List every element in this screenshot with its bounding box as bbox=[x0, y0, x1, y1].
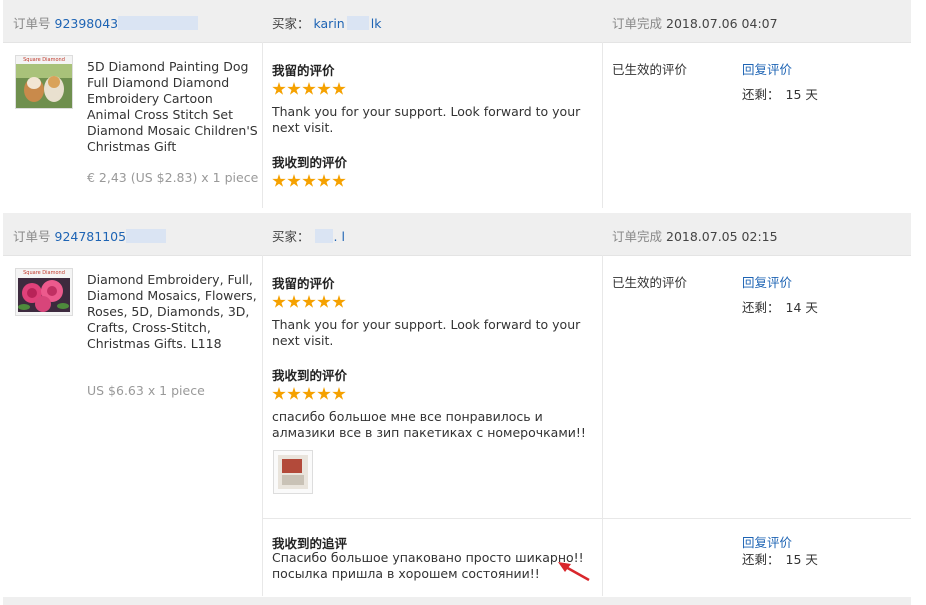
my-review-text: Thank you for your support. Look forward… bbox=[272, 317, 581, 348]
remaining-label: 还剩： bbox=[742, 300, 780, 315]
my-review-stars bbox=[272, 295, 347, 309]
product-title[interactable]: Diamond Embroidery, Full, Diamond Mosaic… bbox=[87, 272, 259, 352]
order-number-value[interactable]: 924781105 bbox=[55, 229, 127, 244]
product-price: US $6.63 x 1 piece bbox=[87, 383, 205, 398]
star-icon bbox=[332, 174, 346, 187]
received-review-text: спасибо большое мне все понравилось и ал… bbox=[272, 409, 586, 440]
package-photo-icon bbox=[278, 455, 308, 489]
completed-time: 2018.07.06 04:07 bbox=[666, 16, 778, 31]
remaining-value: 15 天 bbox=[785, 87, 818, 102]
product-thumbnail[interactable]: Square Diamond bbox=[15, 55, 73, 109]
followup-review-text: Спасибо большое упаковано просто шикарно… bbox=[272, 550, 584, 581]
remaining-value: 14 天 bbox=[785, 300, 818, 315]
order-header: 订单号 924781105 买家： . l 订单完成 2018.07.05 02… bbox=[3, 213, 911, 256]
product-thumbnail[interactable]: Square Diamond bbox=[15, 268, 73, 316]
remaining-label: 还剩： bbox=[742, 552, 780, 567]
redacted-block bbox=[118, 16, 199, 30]
order-number-label: 订单号 bbox=[13, 16, 51, 31]
order-number: 订单号 924781105 bbox=[13, 226, 167, 245]
buyer-name-suffix[interactable]: lk bbox=[371, 16, 382, 31]
received-review-stars bbox=[272, 174, 347, 188]
star-icon bbox=[272, 174, 286, 187]
star-icon bbox=[332, 295, 346, 308]
order-number-label: 订单号 bbox=[13, 229, 51, 244]
remaining-value: 15 天 bbox=[785, 552, 818, 567]
star-icon bbox=[302, 387, 316, 400]
review-status: 已生效的评价 bbox=[612, 62, 688, 77]
completed-label: 订单完成 bbox=[612, 16, 663, 31]
star-icon bbox=[302, 295, 316, 308]
my-review-title: 我留的评价 bbox=[272, 63, 335, 78]
order-number: 订单号 92398043 bbox=[13, 13, 199, 32]
followup-remaining-days: 还剩： 15 天 bbox=[742, 549, 818, 568]
product-title[interactable]: 5D Diamond Painting Dog Full Diamond Dia… bbox=[87, 59, 259, 155]
remaining-days: 还剩： 14 天 bbox=[742, 297, 818, 316]
next-order-header-edge bbox=[3, 597, 911, 605]
review-photo[interactable] bbox=[273, 450, 313, 494]
star-icon bbox=[287, 174, 301, 187]
star-icon bbox=[317, 174, 331, 187]
star-icon bbox=[287, 82, 301, 95]
order-completed: 订单完成 2018.07.05 02:15 bbox=[612, 226, 778, 245]
my-review-stars bbox=[272, 82, 347, 96]
redacted-block bbox=[346, 16, 369, 30]
order-number-value[interactable]: 92398043 bbox=[55, 16, 119, 31]
reply-review-link[interactable]: 回复评价 bbox=[742, 59, 792, 78]
dog-image bbox=[16, 64, 72, 108]
my-review-title: 我留的评价 bbox=[272, 276, 335, 291]
received-review-title: 我收到的评价 bbox=[272, 368, 348, 383]
remaining-label: 还剩： bbox=[742, 87, 780, 102]
thumbnail-brand-text: Square Diamond bbox=[23, 57, 65, 63]
star-icon bbox=[302, 174, 316, 187]
buyer-info: 买家： karin lk bbox=[272, 13, 381, 32]
received-review-stars bbox=[272, 387, 347, 401]
completed-label: 订单完成 bbox=[612, 229, 663, 244]
star-icon bbox=[287, 387, 301, 400]
order-body: Square Diamond 5D Diamond Painting Dog F… bbox=[3, 42, 911, 208]
star-icon bbox=[332, 82, 346, 95]
star-icon bbox=[272, 387, 286, 400]
product-price: € 2,43 (US $2.83) x 1 piece bbox=[87, 170, 259, 185]
my-review-text: Thank you for your support. Look forward… bbox=[272, 104, 581, 135]
buyer-name[interactable]: karin bbox=[314, 16, 345, 31]
remaining-days: 还剩： 15 天 bbox=[742, 84, 818, 103]
star-icon bbox=[272, 82, 286, 95]
redacted-block bbox=[126, 229, 167, 243]
redacted-block bbox=[314, 229, 333, 243]
star-icon bbox=[317, 387, 331, 400]
star-icon bbox=[287, 295, 301, 308]
buyer-info: 买家： . l bbox=[272, 226, 345, 245]
buyer-label: 买家： bbox=[272, 229, 310, 244]
buyer-name-suffix[interactable]: . l bbox=[334, 229, 345, 244]
star-icon bbox=[302, 82, 316, 95]
received-review-title: 我收到的评价 bbox=[272, 155, 348, 170]
order-body: Square Diamond Diamond Embroidery, Full,… bbox=[3, 255, 911, 605]
order-header: 订单号 92398043 买家： karin lk 订单完成 2018.07.06… bbox=[3, 0, 911, 43]
star-icon bbox=[317, 82, 331, 95]
reply-review-link[interactable]: 回复评价 bbox=[742, 272, 792, 291]
order-completed: 订单完成 2018.07.06 04:07 bbox=[612, 13, 778, 32]
star-icon bbox=[272, 295, 286, 308]
review-status: 已生效的评价 bbox=[612, 275, 688, 290]
star-icon bbox=[317, 295, 331, 308]
completed-time: 2018.07.05 02:15 bbox=[666, 229, 778, 244]
buyer-label: 买家： bbox=[272, 16, 310, 31]
red-arrow-icon bbox=[558, 562, 590, 582]
star-icon bbox=[332, 387, 346, 400]
thumbnail-brand-text: Square Diamond bbox=[23, 270, 65, 276]
